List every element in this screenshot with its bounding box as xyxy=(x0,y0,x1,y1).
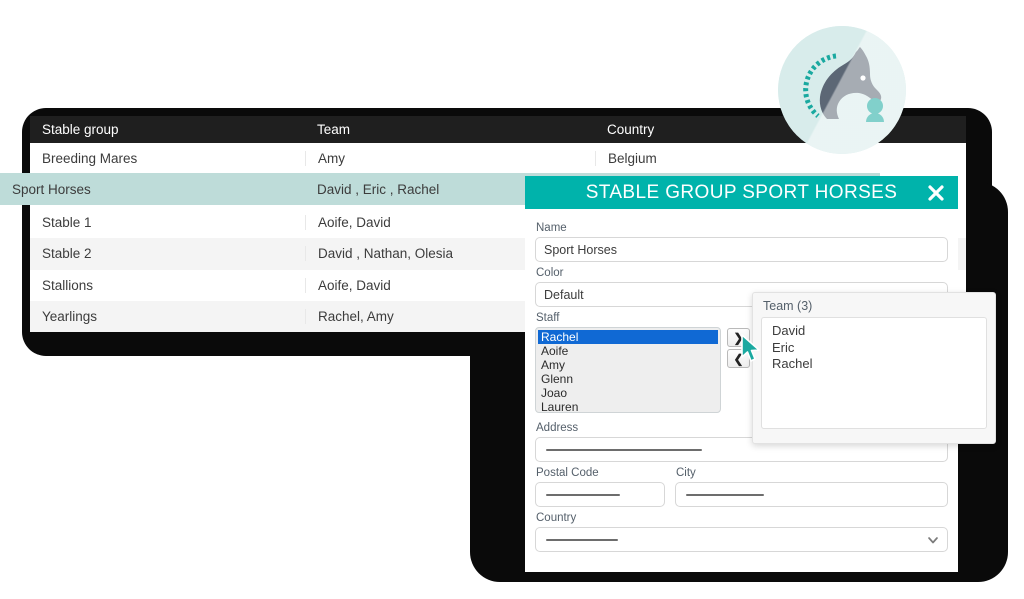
city-field-value xyxy=(686,493,764,496)
transfer-buttons: ❯ ❮ xyxy=(727,328,750,368)
staff-listbox[interactable]: Rachel Aoife Amy Glenn Joao Lauren xyxy=(535,327,721,413)
list-item[interactable]: Aoife xyxy=(538,344,718,358)
country-label: Country xyxy=(536,512,577,524)
dialog-titlebar: STABLE GROUP SPORT HORSES xyxy=(525,176,958,209)
cell-stable-group: Stable 1 xyxy=(42,214,92,230)
cell-stable-group: Stallions xyxy=(42,277,94,293)
close-icon[interactable] xyxy=(924,181,948,205)
city-field[interactable] xyxy=(675,482,948,507)
country-select[interactable] xyxy=(535,527,948,552)
remove-from-team-button[interactable]: ❮ xyxy=(727,349,750,368)
column-header-stable-group: Stable group xyxy=(42,122,119,137)
postal-code-field[interactable] xyxy=(535,482,665,507)
list-item[interactable]: Joao xyxy=(538,386,718,400)
chevron-down-glyph xyxy=(928,536,938,543)
cell-stable-group: Yearlings xyxy=(42,309,98,325)
list-item[interactable]: David xyxy=(772,323,986,340)
city-label: City xyxy=(676,467,696,479)
list-item[interactable]: Eric xyxy=(772,340,986,357)
list-item[interactable]: Amy xyxy=(538,358,718,372)
add-to-team-button[interactable]: ❯ xyxy=(727,328,750,347)
logo-gloss-overlay xyxy=(778,26,906,154)
horse-head-logo xyxy=(778,26,906,154)
list-item[interactable]: Glenn xyxy=(538,372,718,386)
country-select-value xyxy=(546,538,618,541)
address-field-value xyxy=(546,448,702,451)
team-popover: Team (3) David Eric Rachel xyxy=(752,292,996,444)
list-item[interactable]: Rachel xyxy=(538,330,718,344)
postal-code-field-value xyxy=(546,493,620,496)
name-field-value: Sport Horses xyxy=(544,242,617,257)
color-label: Color xyxy=(536,267,564,279)
team-listbox[interactable]: David Eric Rachel xyxy=(761,317,987,429)
postal-code-label: Postal Code xyxy=(536,467,599,479)
cell-team: Amy xyxy=(305,151,595,167)
cell-stable-group: Sport Horses xyxy=(12,181,91,197)
name-label: Name xyxy=(536,222,567,234)
name-field[interactable]: Sport Horses xyxy=(535,237,948,262)
column-header-team: Team xyxy=(317,122,351,137)
dialog-title: STABLE GROUP SPORT HORSES xyxy=(585,181,898,203)
list-item[interactable]: Rachel xyxy=(772,356,986,373)
cell-stable-group: Stable 2 xyxy=(42,246,92,262)
team-popover-label: Team (3) xyxy=(763,299,813,313)
cell-stable-group: Breeding Mares xyxy=(42,151,138,167)
chevron-down-icon xyxy=(927,534,939,546)
color-select-value: Default xyxy=(544,287,584,302)
screenshot-stage: Stable group Team Country Breeding Mares… xyxy=(0,0,1024,599)
close-x-glyph xyxy=(928,184,944,201)
list-item[interactable]: Lauren xyxy=(538,400,718,412)
